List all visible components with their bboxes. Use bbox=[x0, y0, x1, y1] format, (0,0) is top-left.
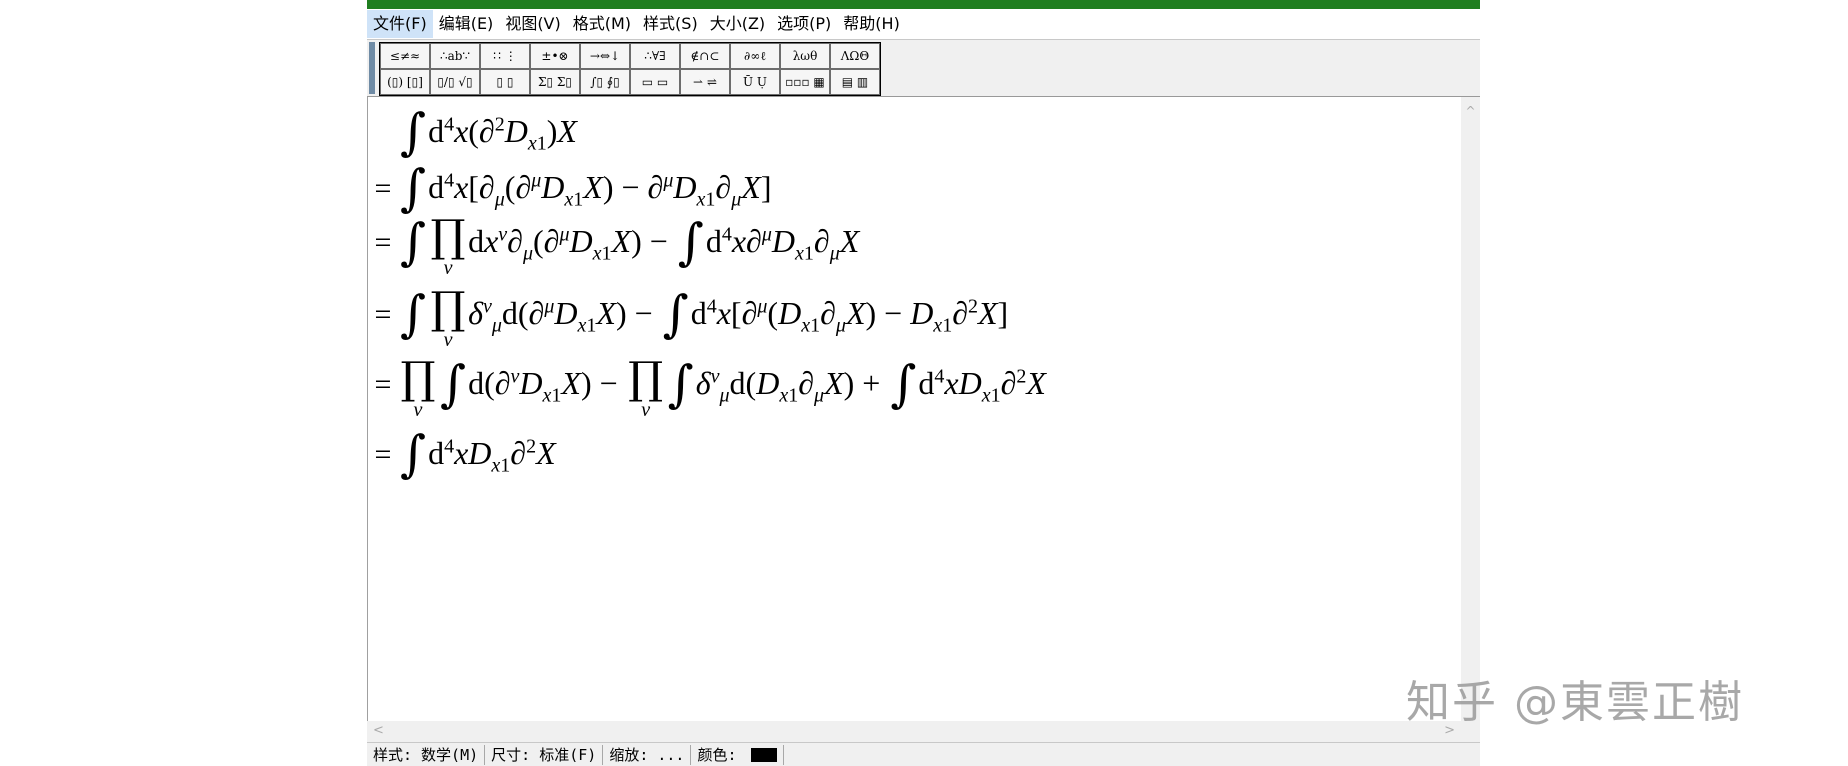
palette-products-button[interactable]: Ū Ụ bbox=[730, 69, 780, 95]
palette-fences-button[interactable]: (▯) [▯] bbox=[380, 69, 430, 95]
vertical-scrollbar[interactable]: ^ bbox=[1461, 97, 1480, 721]
status-color: 颜色: bbox=[691, 745, 784, 765]
status-color-label: 颜色: bbox=[697, 746, 737, 764]
equation-line[interactable]: = ∏ ν ∫d(∂νDx1X) − ∏ ν ∫δνμd(Dx1∂μX) + ∫d4xDx… bbox=[368, 355, 1046, 420]
menu-options[interactable]: 选项(P) bbox=[771, 10, 837, 38]
equation-line[interactable]: =∫d4x(∂2Dx1)X bbox=[368, 103, 577, 161]
symbol-palette: ≤≠≈ ∴ab∵ ∷ ⋮ ±•⊗ →⇔↓ ∴∀∃ ∉∩⊂ ∂∞ℓ λωθ ΛΩΘ… bbox=[379, 42, 881, 96]
equation-line[interactable]: = ∫d4x[∂μ(∂μDx1X) − ∂μDx1∂μX] bbox=[368, 159, 772, 217]
equation-line[interactable]: = ∫ ∏ ν δνμd(∂μDx1X) − ∫d4x[∂μ(Dx1∂μX) − Dx1… bbox=[368, 285, 1009, 350]
palette-greek-upper-button[interactable]: ΛΩΘ bbox=[830, 43, 880, 69]
scroll-left-arrow-icon[interactable]: < bbox=[373, 723, 384, 738]
palette-relations-button[interactable]: ≤≠≈ bbox=[380, 43, 430, 69]
equation-canvas[interactable]: =∫d4x(∂2Dx1)X =∫d4x[∂μ(∂μDx1X) − ∂μDx1∂μ… bbox=[367, 97, 1462, 721]
menu-bar: 文件(F) 编辑(E) 视图(V) 格式(M) 样式(S) 大小(Z) 选项(P… bbox=[367, 9, 1480, 40]
equals-sign: = bbox=[374, 172, 392, 205]
palette-subscript-superscript-button[interactable]: ▯ ▯ bbox=[480, 69, 530, 95]
status-bar: 样式: 数学(M) 尺寸: 标准(F) 缩放: ... 颜色: bbox=[367, 742, 1480, 766]
equals-sign: = bbox=[374, 298, 392, 331]
horizontal-scrollbar[interactable]: < > bbox=[367, 721, 1461, 740]
palette-operators-button[interactable]: ±•⊗ bbox=[530, 43, 580, 69]
toolbar-drag-handle[interactable] bbox=[369, 42, 375, 94]
menu-edit[interactable]: 编辑(E) bbox=[433, 10, 500, 38]
status-size: 尺寸: 标准(F) bbox=[485, 745, 604, 765]
palette-matrix-button[interactable]: ▫▫▫ ▦ bbox=[780, 69, 830, 95]
watermark-text: 知乎 @東雲正樹 bbox=[1406, 677, 1744, 728]
palette-set-theory-button[interactable]: ∉∩⊂ bbox=[680, 43, 730, 69]
equals-sign: = bbox=[374, 438, 392, 471]
menu-view[interactable]: 视图(V) bbox=[499, 10, 566, 38]
equals-sign: = bbox=[374, 368, 392, 401]
palette-underbar-overbar-button[interactable]: ▭ ▭ bbox=[630, 69, 680, 95]
palette-labeled-arrows-button[interactable]: ⇀ ⇌ bbox=[680, 69, 730, 95]
palette-misc-symbols-button[interactable]: ∂∞ℓ bbox=[730, 43, 780, 69]
equation-line[interactable]: = ∫ ∏ ν dxν∂μ(∂μDx1X) − ∫d4x∂μDx1∂μX bbox=[368, 213, 860, 278]
palette-greek-lower-button[interactable]: λωθ bbox=[780, 43, 830, 69]
menu-format[interactable]: 格式(M) bbox=[567, 10, 637, 38]
palette-spaces-button[interactable]: ∴ab∵ bbox=[430, 43, 480, 69]
equation-editor-window: 文件(F) 编辑(E) 视图(V) 格式(M) 样式(S) 大小(Z) 选项(P… bbox=[367, 0, 1480, 766]
palette-tabs-button[interactable]: ▤ ▥ bbox=[830, 69, 880, 95]
palette-logic-button[interactable]: ∴∀∃ bbox=[630, 43, 680, 69]
equals-sign: = bbox=[374, 226, 392, 259]
template-toolbar: ≤≠≈ ∴ab∵ ∷ ⋮ ±•⊗ →⇔↓ ∴∀∃ ∉∩⊂ ∂∞ℓ λωθ ΛΩΘ… bbox=[367, 40, 1480, 97]
menu-help[interactable]: 帮助(H) bbox=[837, 10, 906, 38]
status-style: 样式: 数学(M) bbox=[367, 745, 486, 765]
status-zoom: 缩放: ... bbox=[603, 745, 692, 765]
palette-fractions-radicals-button[interactable]: ▯/▯ √▯ bbox=[430, 69, 480, 95]
equation-line[interactable]: = ∫d4xDx1∂2X bbox=[368, 425, 556, 483]
title-bar[interactable] bbox=[367, 0, 1480, 9]
color-swatch bbox=[750, 748, 777, 762]
palette-summation-button[interactable]: Σ▯ Σ▯ bbox=[530, 69, 580, 95]
menu-style[interactable]: 样式(S) bbox=[637, 10, 704, 38]
palette-embellishments-button[interactable]: ∷ ⋮ bbox=[480, 43, 530, 69]
palette-arrows-button[interactable]: →⇔↓ bbox=[580, 43, 630, 69]
palette-integral-button[interactable]: ∫▯ ∮▯ bbox=[580, 69, 630, 95]
menu-file[interactable]: 文件(F) bbox=[367, 10, 433, 38]
menu-size[interactable]: 大小(Z) bbox=[704, 10, 771, 38]
scroll-up-arrow-icon[interactable]: ^ bbox=[1461, 105, 1480, 117]
